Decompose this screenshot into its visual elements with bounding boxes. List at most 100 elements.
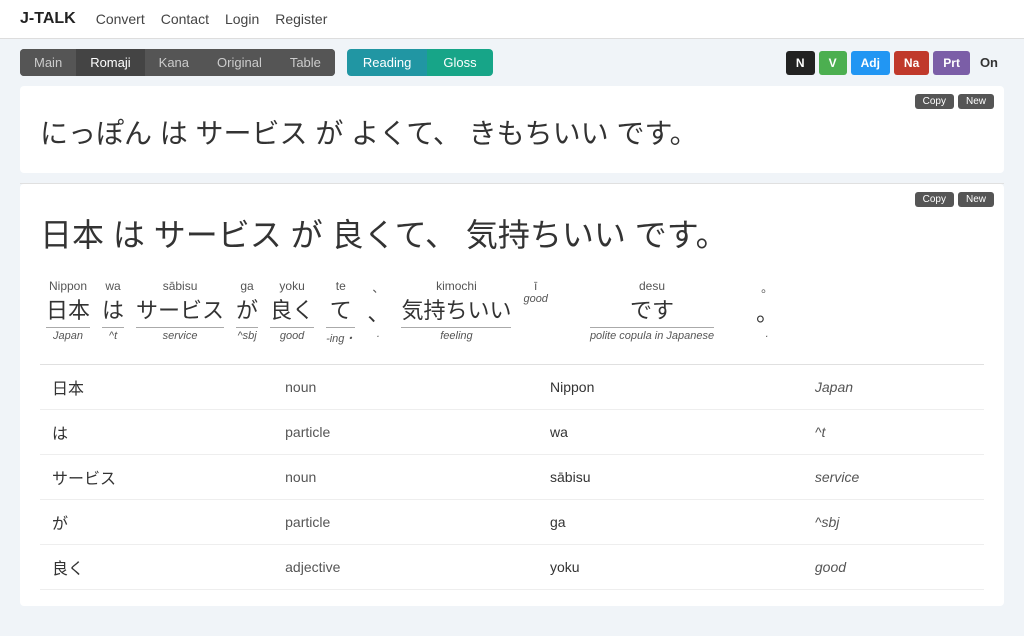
vocab-cell-gloss: Japan — [803, 365, 984, 410]
vocab-cell-pos: noun — [273, 454, 538, 499]
gloss-bottom: . — [766, 328, 769, 340]
pos-on-button[interactable]: On — [974, 50, 1004, 75]
vocab-cell-romaji: wa — [538, 409, 803, 454]
gloss-middle: 日本 — [46, 293, 90, 325]
toolbar: Main Romaji Kana Original Table Reading … — [0, 39, 1024, 86]
gloss-top: yoku — [279, 279, 304, 293]
section2-copy-button[interactable]: Copy — [915, 192, 954, 207]
gloss-middle: サービス — [136, 293, 224, 325]
vocab-cell-word: が — [40, 499, 273, 544]
tab-kana[interactable]: Kana — [145, 49, 203, 76]
gloss-top: kimochi — [436, 279, 477, 293]
tab-original[interactable]: Original — [203, 49, 276, 76]
nav-register[interactable]: Register — [275, 11, 327, 27]
gloss-top: 、 — [372, 279, 384, 296]
tab-romaji[interactable]: Romaji — [76, 49, 144, 76]
vocab-cell-word: 良く — [40, 544, 273, 589]
nav-links: Convert Contact Login Register — [96, 11, 328, 27]
gloss-bottom: -ing・ — [326, 330, 355, 346]
vocab-cell-pos: particle — [273, 499, 538, 544]
gloss-cell: 、、. — [361, 277, 395, 342]
section-romaji: Copy New にっぽん は サービス が よくて、 きもちいい です。 — [20, 86, 1004, 173]
site-logo[interactable]: J-TALK — [20, 10, 76, 28]
gloss-cell — [554, 277, 584, 281]
gloss-underline — [102, 327, 124, 328]
navbar: J-TALK Convert Contact Login Register — [0, 0, 1024, 39]
pos-prt-button[interactable]: Prt — [933, 51, 970, 75]
gloss-cell: Nippon日本 Japan — [40, 277, 96, 344]
gloss-bottom: good — [280, 330, 304, 342]
gloss-underline — [136, 327, 224, 328]
pos-noun-button[interactable]: N — [786, 51, 815, 75]
gloss-top: 。 — [761, 279, 773, 296]
vocab-table: 日本nounNipponJapanはparticlewa^tサービスnounsā… — [40, 365, 984, 590]
gloss-top: Nippon — [49, 279, 87, 293]
gloss-top: desu — [639, 279, 665, 293]
gloss-button[interactable]: Gloss — [427, 49, 492, 76]
gloss-cell: īgood — [517, 277, 553, 307]
section2-tools: Copy New — [915, 192, 994, 207]
nav-login[interactable]: Login — [225, 11, 259, 27]
gloss-bottom: ^sbj — [237, 330, 256, 342]
vocab-cell-word: サービス — [40, 454, 273, 499]
table-row: サービスnounsābisuservice — [40, 454, 984, 499]
vocab-cell-pos: particle — [273, 409, 538, 454]
vocab-cell-gloss: good — [803, 544, 984, 589]
gloss-underline — [270, 327, 314, 328]
section1-copy-button[interactable]: Copy — [915, 94, 954, 109]
gloss-underline — [326, 327, 355, 328]
gloss-underline — [401, 327, 511, 328]
gloss-bottom: feeling — [440, 330, 472, 342]
vocab-cell-romaji: ga — [538, 499, 803, 544]
pos-na-button[interactable]: Na — [894, 51, 929, 75]
tab-main[interactable]: Main — [20, 49, 76, 76]
gloss-top: ga — [240, 279, 253, 293]
nav-convert[interactable]: Convert — [96, 11, 145, 27]
section-kana: Copy New 日本 は サービス が 良くて、 気持ちいい です。 Nipp… — [20, 184, 1004, 606]
gloss-cell: gaが^sbj — [230, 277, 264, 344]
pos-adj-button[interactable]: Adj — [851, 51, 890, 75]
gloss-middle: 。 — [756, 296, 778, 328]
gloss-bottom: Japan — [53, 330, 83, 342]
reading-buttons: Reading Gloss — [347, 49, 493, 76]
tab-table[interactable]: Table — [276, 49, 335, 76]
gloss-cell: yoku良く good — [264, 277, 320, 344]
gloss-top: te — [336, 279, 346, 293]
vocab-cell-word: 日本 — [40, 365, 273, 410]
gloss-underline — [236, 327, 258, 328]
reading-button[interactable]: Reading — [347, 49, 427, 76]
main-content: Copy New にっぽん は サービス が よくて、 きもちいい です。 Co… — [0, 86, 1024, 636]
table-row: がparticlega^sbj — [40, 499, 984, 544]
gloss-middle: 良く — [270, 293, 314, 325]
gloss-cell: sābisuサービス service — [130, 277, 230, 344]
vocab-cell-pos: adjective — [273, 544, 538, 589]
gloss-cell: kimochi気持ちいい feeling — [395, 277, 517, 344]
gloss-bottom: good — [523, 293, 547, 305]
gloss-middle: 、 — [367, 296, 389, 328]
nav-contact[interactable]: Contact — [161, 11, 209, 27]
gloss-area: Nippon日本Japanwaは^tsābisuサービスservicegaが^s… — [40, 277, 984, 348]
gloss-bottom: ^t — [109, 330, 117, 342]
gloss-middle: は — [102, 293, 124, 325]
vocab-cell-pos: noun — [273, 365, 538, 410]
gloss-cell: 。。. — [750, 277, 784, 342]
vocab-cell-romaji: Nippon — [538, 365, 803, 410]
gloss-underline — [590, 327, 714, 328]
gloss-middle: 気持ちいい — [401, 293, 511, 325]
section1-tools: Copy New — [915, 94, 994, 109]
gloss-bottom: . — [377, 328, 380, 340]
gloss-row: Nippon日本Japanwaは^tsābisuサービスservicegaが^s… — [40, 277, 984, 348]
vocab-cell-gloss: service — [803, 454, 984, 499]
gloss-bottom: service — [163, 330, 198, 342]
romaji-output: にっぽん は サービス が よくて、 きもちいい です。 — [40, 112, 984, 157]
table-row: 良くadjectiveyokugood — [40, 544, 984, 589]
section2-new-button[interactable]: New — [958, 192, 994, 207]
gloss-top: sābisu — [163, 279, 198, 293]
section1-new-button[interactable]: New — [958, 94, 994, 109]
table-row: はparticlewa^t — [40, 409, 984, 454]
gloss-cell: waは^t — [96, 277, 130, 344]
gloss-top: ī — [534, 279, 537, 293]
pos-verb-button[interactable]: V — [819, 51, 847, 75]
table-row: 日本nounNipponJapan — [40, 365, 984, 410]
vocab-cell-romaji: yoku — [538, 544, 803, 589]
